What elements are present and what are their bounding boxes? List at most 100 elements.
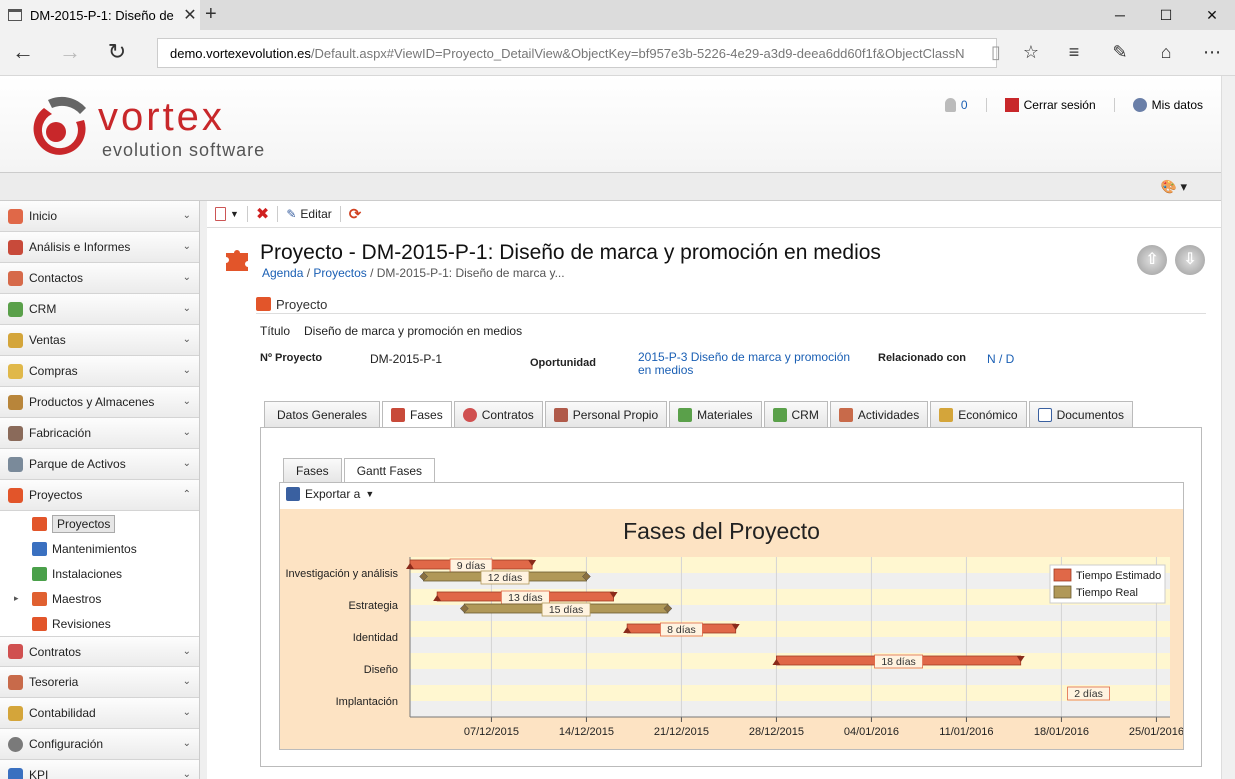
sidebar-item-analisis[interactable]: Análisis e Informes ⌄ [0, 232, 199, 263]
breadcrumb-current: / DM-2015-P-1: Diseño de marca y... [366, 266, 565, 280]
forward-icon[interactable]: → [55, 39, 85, 65]
url-input[interactable]: demo.vortexevolution.es/Default.aspx#Vie… [157, 38, 997, 68]
share-icon[interactable]: ⌂ [1143, 38, 1189, 66]
sidebar-item-label: Contratos [29, 644, 82, 659]
calendar-icon [838, 407, 853, 422]
chevron-down-icon: ⌄ [182, 676, 191, 687]
oportunidad-link[interactable]: 2015-P-3 Diseño de marca y promoción en m… [638, 351, 850, 377]
sidebar-item-label: KPI [29, 768, 49, 779]
delete-button[interactable]: ✖ [256, 204, 269, 224]
tab-economico[interactable]: Económico [930, 401, 1027, 427]
kpi-icon [8, 767, 23, 779]
subitem-mantenimientos[interactable]: Mantenimientos [0, 536, 199, 561]
back-icon[interactable]: ← [8, 39, 38, 65]
notification-count[interactable]: 0 [961, 98, 968, 112]
refresh-icon[interactable]: ↻ [102, 39, 132, 65]
sidebar-item-kpi[interactable]: KPI ⌄ [0, 760, 199, 779]
subitem-instalaciones[interactable]: Instalaciones [0, 561, 199, 586]
subitem-revisiones[interactable]: Revisiones [0, 611, 199, 636]
sidebar-item-ventas[interactable]: Ventas ⌄ [0, 325, 199, 356]
sidebar-item-configuracion[interactable]: Configuración ⌄ [0, 729, 199, 760]
chevron-right-icon[interactable]: ▸ [14, 593, 19, 604]
purchases-icon [8, 363, 23, 379]
sidebar-item-activos[interactable]: Parque de Activos ⌄ [0, 449, 199, 480]
tab-fases-list[interactable]: Fases [283, 458, 342, 482]
bar-data-label: 18 días [881, 656, 915, 668]
tab-panel-fases: Fases Gantt Fases Exportar a ▼ Fases del … [260, 427, 1202, 767]
nproyecto-value: DM-2015-P-1 [370, 352, 443, 366]
sidebar-item-contratos[interactable]: Contratos ⌄ [0, 636, 199, 667]
export-button[interactable]: Exportar a ▼ [286, 487, 374, 501]
relacionado-link[interactable]: N / D [987, 352, 1014, 366]
subitem-maestros[interactable]: ▸ Maestros [0, 586, 199, 611]
factory-icon [8, 425, 23, 441]
refresh-button[interactable]: ⟳ [349, 205, 362, 223]
hub-icon[interactable]: ≡ [1051, 38, 1097, 66]
reading-view-icon[interactable]: ▯ [981, 38, 1011, 66]
sidebar-splitter[interactable] [200, 201, 207, 779]
window-controls: ─ ☐ ✕ [1097, 0, 1235, 30]
sidebar-item-crm[interactable]: CRM ⌄ [0, 294, 199, 325]
sidebar-item-inicio[interactable]: Inicio ⌄ [0, 201, 199, 232]
sidebar-item-contabilidad[interactable]: Contabilidad ⌄ [0, 698, 199, 729]
logout-label[interactable]: Cerrar sesión [1024, 98, 1096, 112]
puzzle-icon [226, 250, 248, 271]
breadcrumb-separator: / [303, 266, 314, 280]
maximize-icon[interactable]: ☐ [1143, 0, 1189, 30]
tab-gantt-fases[interactable]: Gantt Fases [343, 458, 436, 482]
legend-label: Tiempo Estimado [1076, 570, 1161, 582]
close-tab-icon[interactable]: ✕ [180, 5, 200, 25]
oportunidad-line-1: 2015-P-3 Diseño de marca y promoción [638, 350, 851, 364]
breadcrumb-proyectos[interactable]: Proyectos [313, 266, 366, 280]
edit-icon: ✎ [286, 207, 297, 221]
tab-label: Económico [958, 407, 1018, 422]
action-toolbar: ▼ ✖ ✎ Editar ⟳ [207, 201, 1221, 228]
sidebar-item-fabricacion[interactable]: Fabricación ⌄ [0, 418, 199, 449]
tab-documentos[interactable]: Documentos [1028, 401, 1133, 427]
tab-personal-propio[interactable]: Personal Propio [544, 401, 668, 427]
tab-contratos[interactable]: Contratos [453, 401, 543, 427]
main-content: ▼ ✖ ✎ Editar ⟳ Proyecto - DM-2015-P-1: Di… [207, 201, 1221, 779]
sidebar-item-productos[interactable]: Productos y Almacenes ⌄ [0, 387, 199, 418]
minimize-icon[interactable]: ─ [1097, 0, 1143, 30]
edit-button[interactable]: ✎ Editar [286, 207, 331, 221]
mydata-link[interactable]: Mis datos [1132, 98, 1203, 112]
new-tab-icon[interactable]: + [205, 3, 217, 26]
tab-datos-generales[interactable]: Datos Generales [264, 401, 381, 427]
notifications-link[interactable]: 0 [944, 98, 968, 112]
favorite-star-icon[interactable]: ☆ [1011, 38, 1051, 66]
row-band-gray [410, 669, 1170, 685]
user-icon [1132, 98, 1147, 112]
mydata-label[interactable]: Mis datos [1152, 98, 1203, 112]
category-label: Estrategia [348, 600, 398, 612]
subitem-label: Proyectos [52, 514, 116, 533]
subitem-proyectos[interactable]: Proyectos [0, 511, 199, 536]
browser-tools: ▯ ☆ ≡ ✎ ⌂ ⋯ [981, 38, 1235, 66]
chevron-down-icon: ⌄ [182, 334, 191, 345]
more-icon[interactable]: ⋯ [1189, 38, 1235, 66]
subitem-label: Revisiones [52, 616, 111, 631]
tab-materiales[interactable]: Materiales [669, 401, 762, 427]
close-window-icon[interactable]: ✕ [1189, 0, 1235, 30]
browser-tab[interactable]: DM-2015-P-1: Diseño de ✕ [0, 0, 200, 30]
palette-icon[interactable]: 🎨 ▾ [1161, 179, 1187, 195]
web-note-icon[interactable]: ✎ [1097, 38, 1143, 66]
sidebar-item-contactos[interactable]: Contactos ⌄ [0, 263, 199, 294]
logout-link[interactable]: Cerrar sesión [1004, 98, 1096, 112]
breadcrumb-agenda[interactable]: Agenda [262, 266, 303, 280]
subitem-label: Mantenimientos [52, 541, 137, 556]
new-button[interactable]: ▼ [215, 207, 239, 221]
accounting-icon [8, 705, 23, 721]
sidebar-item-tesoreria[interactable]: Tesoreria ⌄ [0, 667, 199, 698]
chevron-down-icon: ⌄ [182, 427, 191, 438]
tab-actividades[interactable]: Actividades [829, 401, 929, 427]
sidebar-item-proyectos[interactable]: Proyectos ⌃ [0, 480, 199, 511]
puzzle-icon [256, 297, 271, 311]
tab-crm[interactable]: CRM [763, 401, 828, 427]
tab-fases[interactable]: Fases [382, 401, 452, 428]
page-scrollbar[interactable] [1221, 76, 1235, 779]
previous-record-icon[interactable]: ⇧ [1137, 245, 1167, 275]
next-record-icon[interactable]: ⇩ [1175, 245, 1205, 275]
sidebar-item-compras[interactable]: Compras ⌄ [0, 356, 199, 387]
sidebar-item-label: Tesoreria [29, 675, 79, 689]
